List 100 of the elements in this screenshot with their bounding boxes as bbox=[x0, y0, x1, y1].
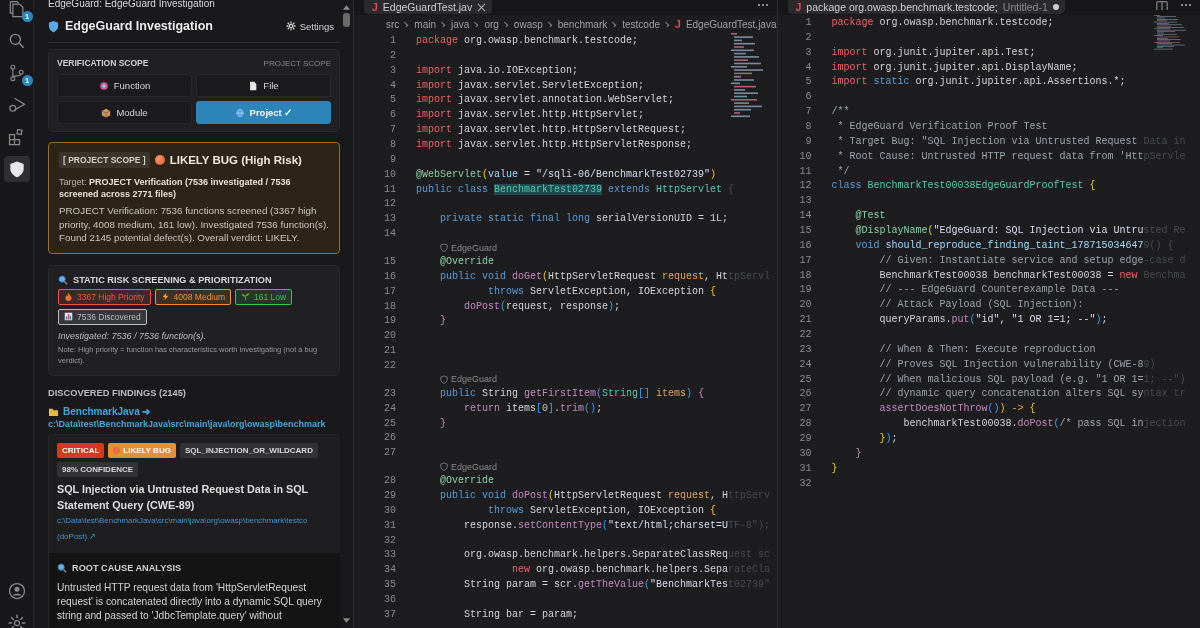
scroll-down-icon[interactable] bbox=[342, 617, 351, 624]
scope-option[interactable]: File bbox=[196, 74, 331, 97]
breadcrumb-item[interactable]: java bbox=[451, 18, 470, 30]
breadcrumb-item[interactable]: owasp bbox=[513, 18, 543, 30]
close-icon[interactable] bbox=[477, 2, 487, 12]
line-number: 3 bbox=[804, 46, 813, 58]
code-line: // Attack Payload (SQL Injection): bbox=[879, 299, 1084, 311]
code-line: * EdgeGuard Verification Proof Test bbox=[837, 120, 1048, 132]
scope-option[interactable]: Function bbox=[57, 74, 192, 97]
line-number: 35 bbox=[383, 579, 397, 591]
code-line: @Override bbox=[440, 475, 494, 487]
folder-link[interactable]: BenchmarkJava ➔ bbox=[63, 406, 151, 418]
line-number: 16 bbox=[383, 270, 397, 282]
finding-title: SQL Injection via Untrusted Request Data in SQL Statement Query (CWE-89) bbox=[57, 482, 309, 513]
line-number: 7 bbox=[804, 106, 813, 118]
breadcrumb-item[interactable]: main bbox=[414, 18, 437, 30]
method-link[interactable]: (doPost) ↗ bbox=[57, 531, 97, 541]
scope-option[interactable]: Project ✓ bbox=[196, 101, 331, 124]
line-number: 3 bbox=[389, 64, 397, 76]
shield-outline-icon bbox=[440, 374, 448, 384]
line-number: 19 bbox=[383, 315, 397, 327]
bar-chart-icon bbox=[64, 312, 73, 322]
code-line: new org.owasp.benchmark.helpers.SeparateCla bbox=[512, 564, 771, 576]
code-line: import javax.servlet.http.HttpServletRequest; bbox=[416, 124, 687, 136]
analysis-text: Untrusted HTTP request data from 'HttpServletRequest request' is concatenated directly into a dynamic SQL query string and passed to 'JdbcTemplate.query' without bbox=[57, 580, 323, 623]
code-line: */ bbox=[837, 165, 850, 177]
java-file-icon: J bbox=[795, 1, 802, 13]
code-line: public class BenchmarkTest02739 extends HttpServlet { bbox=[416, 183, 735, 195]
scrollbar-thumb[interactable] bbox=[343, 13, 350, 27]
editor-tab[interactable]: J EdgeGuardTest.jav bbox=[364, 0, 493, 14]
shield-icon[interactable] bbox=[3, 156, 30, 182]
code-line: import org.junit.jupiter.api.DisplayName; bbox=[831, 61, 1078, 73]
code-line: package org.owasp.benchmark.testcode; bbox=[416, 34, 639, 46]
code-line: doPost(request, response); bbox=[464, 300, 621, 312]
code-line: import org.junit.jupiter.api.Test; bbox=[831, 46, 1036, 58]
line-number: 18 bbox=[383, 300, 397, 312]
java-file-icon: J bbox=[675, 18, 681, 30]
code-line: @WebServlet(value = "/sqli-06/BenchmarkTest02739") bbox=[416, 168, 717, 180]
folder-icon bbox=[48, 406, 59, 417]
account-icon[interactable] bbox=[6, 581, 27, 601]
line-number: 26 bbox=[383, 432, 397, 444]
code-line: } bbox=[855, 447, 862, 459]
finding-badge: 98% CONFIDENCE bbox=[57, 462, 139, 478]
line-number: 6 bbox=[389, 109, 397, 121]
shield-outline-icon bbox=[440, 243, 448, 253]
scope-option[interactable]: Module bbox=[57, 101, 192, 124]
scroll-up-icon[interactable] bbox=[342, 4, 351, 11]
tab-label: EdgeGuardTest.jav bbox=[382, 1, 473, 13]
line-number: 13 bbox=[798, 195, 813, 207]
line-number: 5 bbox=[389, 94, 397, 106]
line-number: 6 bbox=[804, 91, 813, 103]
path-link[interactable]: c:\Data\test\BenchmarkJava\src\main\java\org\owasp\benchmark bbox=[48, 419, 340, 430]
code-line: import java.io.IOException; bbox=[416, 64, 579, 76]
code-line: import javax.servlet.http.HttpServletResponse; bbox=[416, 138, 693, 150]
lightning-icon bbox=[160, 292, 170, 302]
line-number: 16 bbox=[798, 239, 813, 251]
codelens-link[interactable]: EdgeGuard bbox=[440, 461, 498, 472]
line-number: 10 bbox=[383, 168, 397, 180]
code-line: @Override bbox=[440, 255, 494, 267]
risk-chip: 7536 Discovered bbox=[58, 308, 147, 325]
codelens-link[interactable]: EdgeGuard bbox=[440, 242, 498, 253]
line-number: 34 bbox=[383, 564, 397, 576]
line-number: 9 bbox=[804, 135, 813, 147]
line-number: 1 bbox=[804, 16, 813, 28]
verdict-label: LIKELY BUG (High Risk) bbox=[169, 154, 302, 166]
shield-icon bbox=[48, 19, 59, 33]
magnifier-icon bbox=[57, 562, 67, 573]
breadcrumb-item[interactable]: src bbox=[386, 18, 400, 30]
line-number: 28 bbox=[798, 418, 813, 430]
breadcrumb-item[interactable]: org bbox=[484, 18, 499, 30]
line-number: 31 bbox=[383, 519, 397, 531]
code-line: throws ServletException, IOException { bbox=[488, 285, 717, 297]
finding-badge: SQL_INJECTION_OR_WILDCARD bbox=[179, 443, 318, 459]
line-number: 15 bbox=[383, 255, 397, 267]
tab-label: package org.owasp.benchmark.testcode; bbox=[806, 1, 998, 13]
code-line: } bbox=[831, 462, 838, 474]
line-number: 12 bbox=[798, 180, 813, 192]
editor-tab[interactable]: J package org.owasp.benchmark.testcode; Untitled-1 bbox=[787, 0, 1065, 14]
breadcrumb-item[interactable]: benchmark bbox=[557, 18, 608, 30]
line-number: 17 bbox=[798, 254, 813, 266]
line-number: 12 bbox=[383, 198, 397, 210]
settings-button[interactable]: Settings bbox=[285, 20, 340, 32]
code-line: import javax.servlet.ServletException; bbox=[416, 79, 645, 91]
panel-header: EdgeGuard: EdgeGuard Investigation bbox=[48, 0, 216, 8]
breadcrumb-item[interactable]: EdgeGuardTest.java bbox=[685, 18, 777, 30]
line-number: 37 bbox=[383, 608, 397, 620]
codelens-link[interactable]: EdgeGuard bbox=[440, 374, 498, 385]
breadcrumb-item[interactable]: testcode bbox=[622, 18, 661, 30]
code-line: String bar = param; bbox=[464, 608, 579, 620]
finding-badge: LIKELY BUG bbox=[108, 443, 176, 459]
package-icon bbox=[101, 107, 112, 118]
scope-tag: [ PROJECT SCOPE ] bbox=[59, 152, 150, 168]
code-line: throws ServletException, IOException { bbox=[488, 504, 717, 516]
more-icon[interactable] bbox=[756, 2, 769, 8]
line-number: 8 bbox=[804, 120, 813, 132]
line-number: 19 bbox=[798, 284, 813, 296]
code-line: import static org.junit.jupiter.api.Assertions.*; bbox=[831, 76, 1126, 88]
code-line: }); bbox=[879, 433, 898, 444]
code-line: response.setContentType("text/html;charset=UTF-8"); bbox=[464, 519, 771, 531]
more-icon[interactable] bbox=[1180, 2, 1192, 8]
